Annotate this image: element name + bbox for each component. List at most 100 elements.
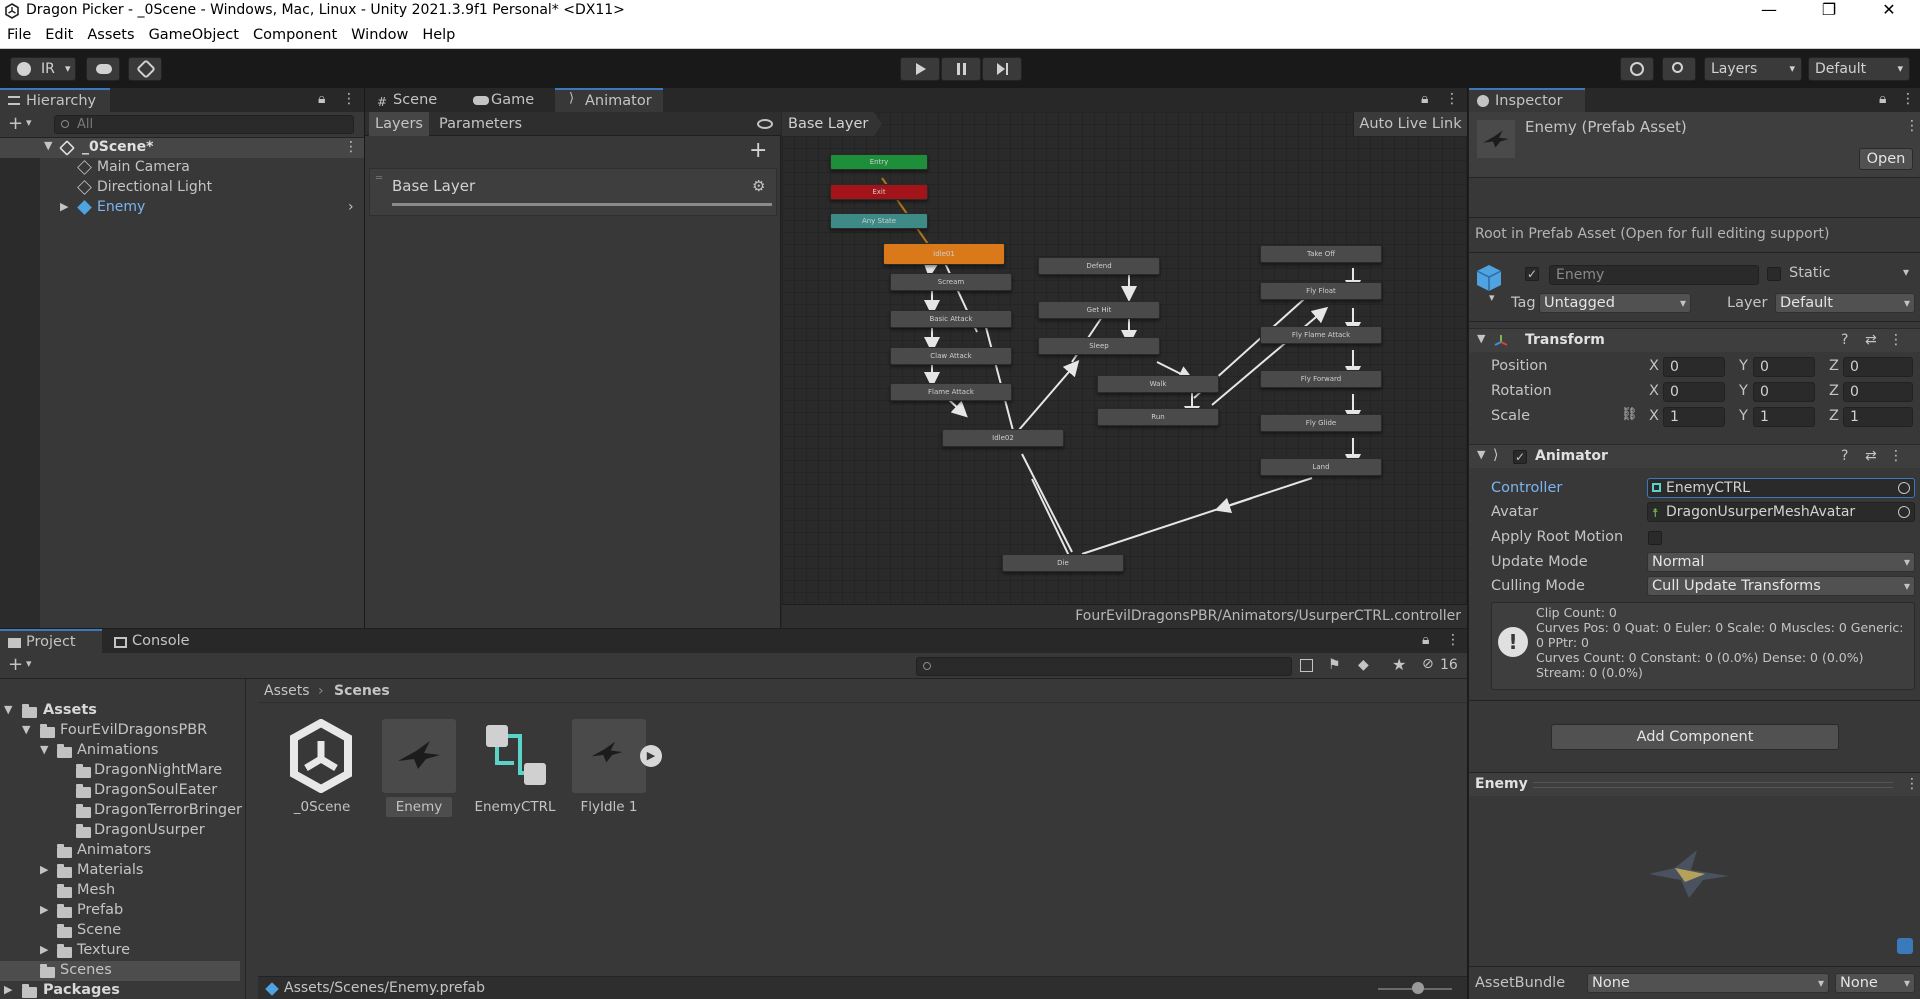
state-any-state[interactable]: Any State <box>830 213 928 229</box>
assetbundle-variant-dropdown[interactable]: None <box>1835 973 1915 993</box>
lock-icon[interactable]: 🔒︎ <box>1421 91 1428 107</box>
minimize-button[interactable]: — <box>1746 0 1792 22</box>
expand-arrow-icon[interactable]: ▶ <box>40 903 48 916</box>
position-y-input[interactable]: 0 <box>1753 357 1815 377</box>
maximize-button[interactable]: ❐ <box>1806 0 1852 22</box>
controller-field[interactable]: EnemyCTRL <box>1647 478 1915 498</box>
object-picker-icon[interactable] <box>1898 482 1910 494</box>
add-icon[interactable]: + <box>8 113 23 134</box>
more-menu-icon[interactable]: ⋮ <box>1905 118 1919 134</box>
project-search-input[interactable] <box>916 657 1292 676</box>
tree-item-anim[interactable]: DragonTerrorBringer <box>0 801 245 821</box>
scale-z-input[interactable]: 1 <box>1843 407 1913 427</box>
tree-item-animations[interactable]: ▼ Animations <box>0 741 245 761</box>
tag-dropdown[interactable]: Untagged <box>1539 293 1691 313</box>
state-land[interactable]: Land <box>1260 458 1382 476</box>
state-take-off[interactable]: Take Off <box>1260 245 1382 263</box>
object-picker-icon[interactable] <box>1898 506 1910 518</box>
help-icon[interactable]: ? <box>1841 448 1848 464</box>
more-menu-icon[interactable]: ⋮ <box>344 139 358 155</box>
tree-item-packages[interactable]: ▶ Packages <box>0 981 245 999</box>
chevron-down-icon[interactable]: ▾ <box>1489 291 1495 304</box>
step-button[interactable] <box>982 57 1022 81</box>
account-dropdown[interactable]: IR ▾ <box>10 57 76 81</box>
static-checkbox[interactable] <box>1767 267 1781 281</box>
expand-arrow-icon[interactable]: ▼ <box>44 139 52 152</box>
search-button[interactable] <box>1662 57 1696 81</box>
eye-icon[interactable] <box>757 119 773 129</box>
state-exit[interactable]: Exit <box>830 184 928 200</box>
name-input[interactable]: Enemy <box>1549 265 1759 285</box>
avatar-field[interactable]: ☨ DragonUsurperMeshAvatar <box>1647 502 1915 522</box>
scale-y-input[interactable]: 1 <box>1753 407 1815 427</box>
state-basic-attack[interactable]: Basic Attack <box>890 310 1012 328</box>
lock-icon[interactable]: 🔒︎ <box>1879 91 1886 107</box>
menu-help[interactable]: Help <box>415 22 462 49</box>
expand-arrow-icon[interactable]: ▼ <box>22 723 30 736</box>
state-sleep[interactable]: Sleep <box>1038 337 1160 355</box>
layers-dropdown[interactable]: Layers ▾ <box>1704 57 1802 81</box>
breadcrumb-scenes[interactable]: Scenes <box>334 683 390 699</box>
subtab-parameters[interactable]: Parameters <box>433 112 533 136</box>
menu-assets[interactable]: Assets <box>80 22 141 49</box>
state-die[interactable]: Die <box>1002 554 1124 572</box>
rotation-y-input[interactable]: 0 <box>1753 382 1815 402</box>
state-idle02[interactable]: Idle02 <box>942 429 1064 447</box>
menu-file[interactable]: File <box>0 22 38 49</box>
tree-item-folder[interactable]: ▶ Prefab <box>0 901 245 921</box>
tree-item-folder[interactable]: Animators <box>0 841 245 861</box>
animator-component-header[interactable]: ▼ ⟩ ✓ Animator ? ⇄ ⋮ <box>1469 444 1920 468</box>
more-menu-icon[interactable]: ⋮ <box>1889 448 1903 464</box>
layer-item-base[interactable]: ═ Base Layer ⚙ <box>369 168 777 216</box>
preview-viewport[interactable] <box>1469 796 1920 966</box>
transform-header[interactable]: ▼ Transform ? ⇄ ⋮ <box>1469 328 1920 352</box>
play-button[interactable] <box>900 57 940 81</box>
open-prefab-button[interactable]: Open <box>1859 148 1913 170</box>
animator-enabled-checkbox[interactable]: ✓ <box>1513 450 1527 464</box>
cloud-button[interactable] <box>86 57 120 81</box>
tree-item-folder[interactable]: ▶ Texture <box>0 941 245 961</box>
expand-arrow-icon[interactable]: ▼ <box>1477 332 1485 345</box>
state-flame-attack[interactable]: Flame Attack <box>890 383 1012 401</box>
tree-item-anim[interactable]: DragonNightMare <box>0 761 245 781</box>
presets-icon[interactable]: ⇄ <box>1865 332 1877 348</box>
layout-dropdown[interactable]: Default ▾ <box>1808 57 1910 81</box>
hierarchy-item[interactable]: Directional Light <box>0 178 364 198</box>
more-menu-icon[interactable]: ⋮ <box>1445 91 1459 107</box>
subtab-layers[interactable]: Layers <box>369 112 429 136</box>
tree-item-assets[interactable]: ▼ Assets <box>0 701 245 721</box>
state-claw-attack[interactable]: Claw Attack <box>890 347 1012 365</box>
tree-item-anim[interactable]: DragonUsurper <box>0 821 245 841</box>
state-defend[interactable]: Defend <box>1038 257 1160 275</box>
preview-header[interactable]: Enemy ⋮ <box>1469 772 1920 796</box>
hidden-packages-icon[interactable]: ⊘ <box>1422 656 1434 672</box>
hierarchy-item[interactable]: Main Camera <box>0 158 364 178</box>
more-menu-icon[interactable]: ⋮ <box>342 91 356 107</box>
expand-arrow-icon[interactable]: ▶ <box>4 983 12 996</box>
more-menu-icon[interactable]: ⋮ <box>1889 332 1903 348</box>
history-button[interactable] <box>1620 57 1654 81</box>
constrain-proportions-icon[interactable]: ⛓ <box>1621 407 1638 422</box>
expand-arrow-icon[interactable]: ▶ <box>60 200 68 213</box>
expand-arrow-icon[interactable]: ▶ <box>40 943 48 956</box>
close-button[interactable]: ✕ <box>1866 0 1912 22</box>
menu-gameobject[interactable]: GameObject <box>142 22 246 49</box>
more-menu-icon[interactable]: ⋮ <box>1905 776 1919 792</box>
rotation-x-input[interactable]: 0 <box>1663 382 1725 402</box>
state-scream[interactable]: Scream <box>890 273 1012 291</box>
more-menu-icon[interactable]: ⋮ <box>1901 91 1915 107</box>
state-entry[interactable]: Entry <box>830 154 928 170</box>
hierarchy-search-input[interactable]: All <box>54 115 354 134</box>
state-fly-forward[interactable]: Fly Forward <box>1260 370 1382 388</box>
menu-edit[interactable]: Edit <box>38 22 80 49</box>
play-preview-icon[interactable]: ▶ <box>640 745 662 767</box>
tree-item-anim[interactable]: DragonSoulEater <box>0 781 245 801</box>
hierarchy-item-prefab[interactable]: ▶ Enemy › <box>0 198 364 218</box>
menu-window[interactable]: Window <box>344 22 415 49</box>
scale-x-input[interactable]: 1 <box>1663 407 1725 427</box>
state-idle01[interactable]: Idle01 <box>883 243 1005 265</box>
expand-arrow-icon[interactable]: ▼ <box>1477 448 1485 461</box>
help-icon[interactable]: ? <box>1841 332 1848 348</box>
breadcrumb-assets[interactable]: Assets <box>264 683 310 699</box>
add-icon[interactable]: + <box>8 654 23 675</box>
